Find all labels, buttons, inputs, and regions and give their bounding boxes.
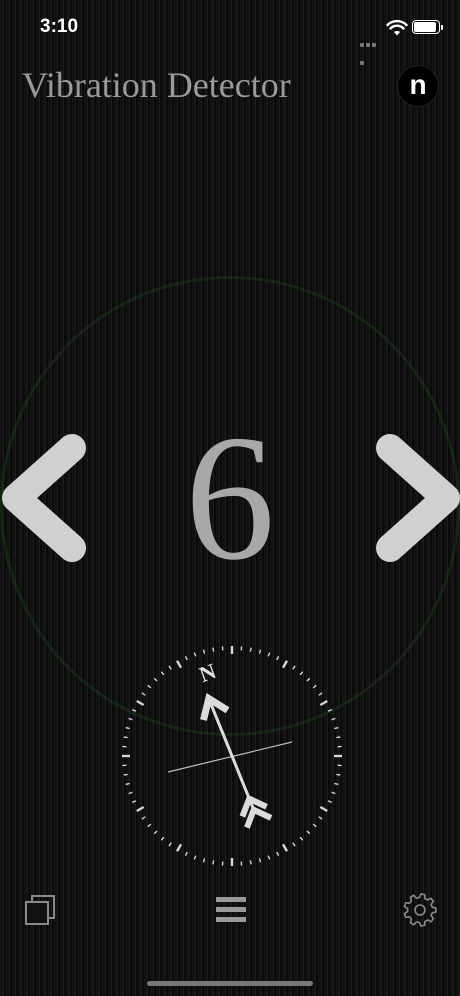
compass-dial: N [122,646,342,866]
compass-tick [212,860,215,865]
compass-tick [153,830,158,835]
gear-hub [414,904,426,916]
compass-tick [319,805,328,813]
compass-tick [312,684,317,689]
compass-tick [212,647,215,652]
compass-tick [193,652,197,657]
compass-tick [267,855,271,860]
compass-tick [319,699,328,707]
compass-tick [334,782,339,786]
compass-tick [281,843,289,852]
compass-tick [160,671,165,676]
compass-tick [184,851,188,856]
compass-tick [318,816,323,820]
copy-icon[interactable] [24,894,56,926]
compass-tick [331,791,336,795]
app-title: Vibration Detector [22,65,291,105]
compass-tick [258,858,262,863]
previous-button[interactable] [0,432,90,564]
compass-tick [160,836,165,841]
compass-tick [249,860,252,865]
compass-tick [175,660,183,669]
compass-tick [299,836,304,841]
chevron-right-icon [376,434,460,562]
battery-level-fill [414,22,436,32]
signal-dots-icon [360,29,382,65]
compass-tick [202,858,206,863]
compass-horizon-line [167,741,293,773]
compass-tick [125,726,130,730]
compass-tick [136,699,145,707]
compass-tick [334,726,339,730]
home-indicator [147,981,313,986]
wifi-icon [386,19,408,36]
compass-tick [327,800,332,804]
vibration-counter: 6 [185,398,275,597]
gear-icon[interactable] [402,892,438,928]
compass-tick [258,649,262,654]
gear-outline [403,893,437,927]
compass-tick [306,830,311,835]
compass-tick [318,692,323,696]
app-logo-letter: n [409,68,427,100]
battery-icon [412,20,443,34]
compass-tick [147,684,152,689]
compass-north-label: N [196,658,220,687]
compass-tick [168,665,172,670]
compass-tick [141,692,146,696]
compass-tick [249,647,252,652]
compass-tick [276,851,280,856]
bottom-toolbar [0,880,460,950]
compass-tick [336,736,341,739]
compass-tick [123,736,128,739]
compass-tick [147,823,152,828]
compass-tick [132,708,137,712]
compass-tick [336,773,341,776]
compass-needle [200,692,273,829]
next-button[interactable] [372,432,460,564]
compass-tick [306,677,311,682]
status-time: 3:10 [40,16,79,37]
compass-tick [281,660,289,669]
compass-tick [202,649,206,654]
compass-tick [184,656,188,661]
compass-tick [128,717,133,721]
status-bar: 3:10 [0,0,460,65]
compass-tick [175,843,183,852]
compass-tick [168,842,172,847]
compass-tick [292,842,296,847]
compass-tick [267,652,271,657]
compass-tick [132,800,137,804]
app-logo-button[interactable]: n [398,66,438,106]
compass-tick [292,665,296,670]
compass-tick [141,816,146,820]
compass-tick [331,717,336,721]
compass-tick [193,855,197,860]
menu-icon[interactable] [215,894,247,926]
compass-tick [136,805,145,813]
compass-tick [312,823,317,828]
compass-tick [128,791,133,795]
compass-tick [153,677,158,682]
compass-tick [125,782,130,786]
compass-tick [327,708,332,712]
chevron-left-icon [2,434,86,562]
compass-tick [299,671,304,676]
compass-tick [276,656,280,661]
compass-tick [123,773,128,776]
